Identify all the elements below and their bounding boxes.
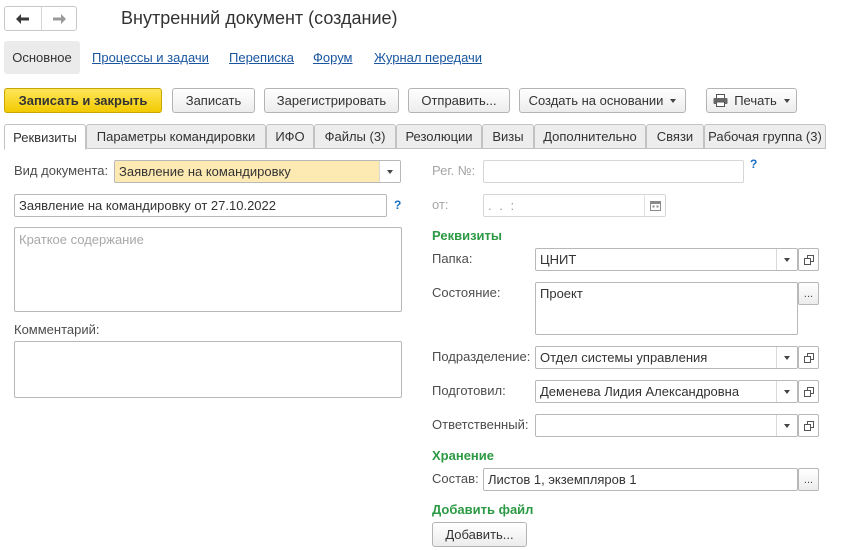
add-file-button[interactable]: Добавить... [432,522,527,547]
comment-textarea[interactable] [14,341,402,398]
prepared-by-label: Подготовил: [432,383,506,398]
create-based-on-button[interactable]: Создать на основании [519,88,686,113]
doc-type-select[interactable]: Заявление на командировку [114,160,401,183]
chevron-down-icon [670,98,677,103]
tab-workgroup[interactable]: Рабочая группа (3) [704,124,826,149]
responsible-select[interactable] [535,414,798,437]
tab-files[interactable]: Файлы (3) [314,124,396,149]
section-forum-link[interactable]: Форум [313,41,353,74]
ellipsis-label: ... [803,473,814,486]
forward-button[interactable] [40,7,77,30]
arrow-left-icon [15,13,29,24]
doc-type-label: Вид документа: [14,163,109,178]
composition-label: Состав: [432,471,479,486]
department-label: Подразделение: [432,349,531,364]
calendar-button[interactable] [644,195,665,216]
composition-value: Листов 1, экземпляров 1 [488,472,637,487]
section-main[interactable]: Основное [4,41,80,74]
date-field[interactable]: . . : [483,194,666,217]
open-in-window-icon [803,352,814,363]
dropdown-button[interactable] [379,161,400,182]
reg-number-field[interactable] [483,160,744,183]
requisites-section-title: Реквизиты [432,228,502,243]
folder-label: Папка: [432,251,473,266]
state-field[interactable]: Проект [535,282,798,335]
chevron-down-icon [784,389,790,394]
open-prepared-by-button[interactable] [798,380,819,403]
section-correspondence-link[interactable]: Переписка [229,41,294,74]
add-file-section-title: Добавить файл [432,502,534,517]
send-button[interactable]: Отправить... [408,88,510,113]
open-responsible-button[interactable] [798,414,819,437]
open-in-window-icon [803,420,814,431]
calendar-icon [649,201,661,211]
summary-placeholder: Краткое содержание [19,232,144,247]
subject-value: Заявление на командировку от 27.10.2022 [19,198,276,213]
dropdown-button[interactable] [776,249,797,270]
state-select-button[interactable]: ... [798,282,819,305]
section-processes-link[interactable]: Процессы и задачи [92,41,209,74]
composition-select-button[interactable]: ... [798,468,819,491]
ellipsis-label: ... [803,287,814,300]
chevron-down-icon [387,169,393,174]
subject-field[interactable]: Заявление на командировку от 27.10.2022 [14,194,387,217]
tab-links[interactable]: Связи [646,124,704,149]
save-button[interactable]: Записать [172,88,255,113]
window-title: Внутренний документ (создание) [121,8,398,28]
help-icon[interactable]: ? [394,198,401,212]
tab-additional[interactable]: Дополнительно [534,124,646,149]
reg-number-label: Рег. №: [432,163,476,178]
comment-label: Комментарий: [14,322,100,337]
composition-field[interactable]: Листов 1, экземпляров 1 [483,468,798,491]
print-label: Печать [734,93,777,108]
dropdown-button[interactable] [776,381,797,402]
storage-section-title: Хранение [432,448,494,463]
chevron-down-icon [783,98,790,103]
state-label: Состояние: [432,285,501,300]
add-file-label: Добавить... [445,527,514,542]
navigation-buttons [4,6,77,31]
print-button[interactable]: Печать [706,88,797,113]
tab-visas[interactable]: Визы [482,124,534,149]
chevron-down-icon [784,355,790,360]
state-value: Проект [540,286,583,301]
send-label: Отправить... [421,93,497,108]
register-button[interactable]: Зарегистрировать [264,88,399,113]
tab-trip-params[interactable]: Параметры командировки [86,124,266,149]
help-icon[interactable]: ? [750,157,757,171]
folder-select[interactable]: ЦНИТ [535,248,798,271]
register-label: Зарегистрировать [276,93,387,108]
tab-ifo[interactable]: ИФО [266,124,314,149]
save-label: Записать [185,93,242,108]
save-and-close-label: Записать и закрыть [18,93,148,108]
department-select[interactable]: Отдел системы управления [535,346,798,369]
section-transfer-log-link[interactable]: Журнал передачи [374,41,482,74]
department-value: Отдел системы управления [540,350,708,365]
dropdown-button[interactable] [776,347,797,368]
tab-resolutions[interactable]: Резолюции [396,124,482,149]
create-based-on-label: Создать на основании [528,93,664,108]
back-button[interactable] [5,7,41,30]
date-label: от: [432,197,449,212]
prepared-by-select[interactable]: Деменева Лидия Александровна [535,380,798,403]
open-in-window-icon [803,254,814,265]
doc-type-value: Заявление на командировку [119,164,291,179]
summary-textarea[interactable]: Краткое содержание [14,227,402,312]
open-folder-button[interactable] [798,248,819,271]
dropdown-button[interactable] [776,415,797,436]
printer-icon [713,94,728,107]
date-mask: . . : [488,198,517,213]
chevron-down-icon [784,257,790,262]
chevron-down-icon [784,423,790,428]
prepared-by-value: Деменева Лидия Александровна [540,384,740,399]
arrow-right-icon [52,13,66,24]
open-in-window-icon [803,386,814,397]
responsible-label: Ответственный: [432,417,529,432]
open-department-button[interactable] [798,346,819,369]
save-and-close-button[interactable]: Записать и закрыть [4,88,162,113]
tab-requisites[interactable]: Реквизиты [4,124,86,150]
folder-value: ЦНИТ [540,252,577,267]
